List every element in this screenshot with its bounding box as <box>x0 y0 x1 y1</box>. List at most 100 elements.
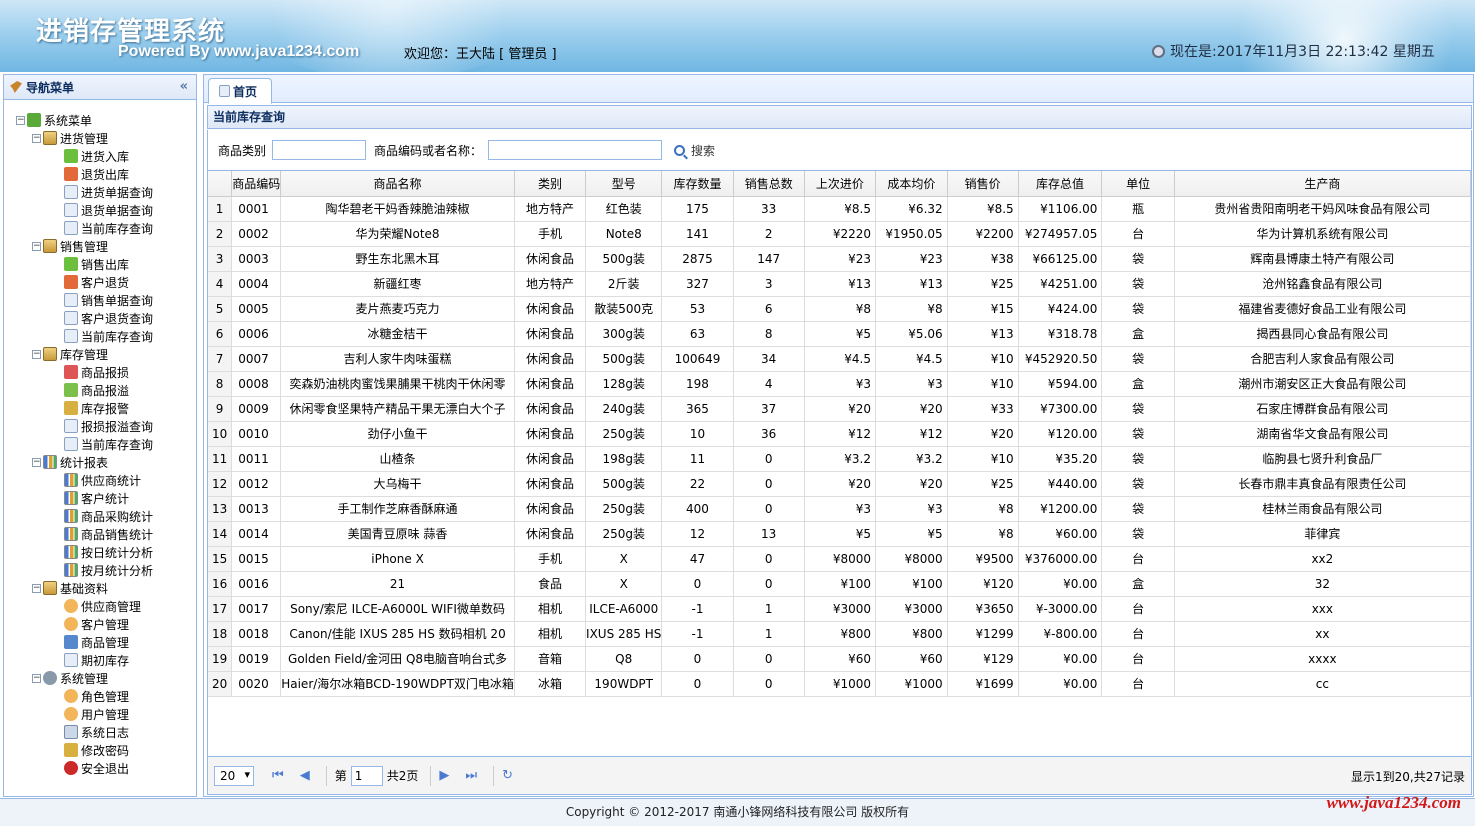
tree-item[interactable]: 供应商管理 <box>16 597 196 615</box>
tree-item[interactable]: 退货单据查询 <box>16 201 196 219</box>
table-row[interactable]: 6 0006 冰糖金桔干 休闲食品 300g装 63 8 ¥5 ¥5.06 ¥13 ¥318.78 盒… <box>208 321 1471 347</box>
table-cell: 0 <box>733 671 805 697</box>
tree-item[interactable]: 商品采购统计 <box>16 507 196 525</box>
table-row[interactable]: 1 0001 陶华碧老干妈香辣脆油辣椒 地方特产 红色装 175 33 ¥8.5 ¥6.32 ¥8… <box>208 196 1471 222</box>
table-cell: 21 <box>280 571 515 597</box>
tree-item[interactable]: 客户统计 <box>16 489 196 507</box>
first-page-icon[interactable]: ⏮ <box>272 768 284 783</box>
prev-page-icon[interactable]: ◀ <box>300 768 310 783</box>
table-cell: 175 <box>661 196 734 222</box>
table-row[interactable]: 7 0007 吉利人家牛肉味蛋糕 休闲食品 500g装 100649 34 ¥4.5 ¥4.5 ¥… <box>208 346 1471 372</box>
table-cell: 长春市鼎丰真食品有限责任公司 <box>1174 471 1471 497</box>
tree-item[interactable]: 系统日志 <box>16 723 196 741</box>
tree-item[interactable]: 商品销售统计 <box>16 525 196 543</box>
toggle-icon[interactable]: − <box>32 241 41 251</box>
table-cell: 0018 <box>231 621 282 647</box>
tree-group[interactable]: − 基础资料 <box>16 579 196 597</box>
toggle-icon[interactable]: − <box>16 115 25 125</box>
table-row[interactable]: 8 0008 奕森奶油桃肉蜜饯果脯果干桃肉干休闲零 休闲食品 128g装 198 4 ¥3 ¥3… <box>208 371 1471 397</box>
column-header[interactable]: 单位 <box>1101 171 1175 197</box>
table-row[interactable]: 20 0020 Haier/海尔冰箱BCD-190WDPT双门电冰箱 冰箱 190WDP… <box>208 671 1471 697</box>
table-cell: 休闲食品 <box>514 446 587 472</box>
search-button[interactable]: 搜索 <box>674 142 715 159</box>
tree-group[interactable]: − 统计报表 <box>16 453 196 471</box>
tree-item[interactable]: 销售单据查询 <box>16 291 196 309</box>
tree-item[interactable]: 商品管理 <box>16 633 196 651</box>
tree-item[interactable]: 修改密码 <box>16 741 196 759</box>
table-row[interactable]: 10 0010 劲仔小鱼干 休闲食品 250g装 10 36 ¥12 ¥12 ¥20 ¥120.00… <box>208 421 1471 447</box>
tree-root[interactable]: − 系统菜单 <box>16 111 196 129</box>
tree-item[interactable]: 期初库存 <box>16 651 196 669</box>
toggle-icon[interactable]: − <box>32 673 41 683</box>
tree-item[interactable]: 销售出库 <box>16 255 196 273</box>
table-row[interactable]: 18 0018 Canon/佳能 IXUS 285 HS 数码相机 20 相机 IXUS… <box>208 621 1471 647</box>
column-header[interactable]: 型号 <box>585 171 663 197</box>
page-size-select[interactable]: 20 <box>214 765 254 786</box>
tree-group[interactable]: − 库存管理 <box>16 345 196 363</box>
tree-item[interactable]: 当前库存查询 <box>16 327 196 345</box>
tree-group[interactable]: − 销售管理 <box>16 237 196 255</box>
tree-item[interactable]: 商品报损 <box>16 363 196 381</box>
collapse-icon[interactable]: « <box>180 79 188 94</box>
tree-group[interactable]: − 进货管理 <box>16 129 196 147</box>
column-header[interactable]: 销售总数 <box>733 171 805 197</box>
column-header[interactable]: 类别 <box>514 171 587 197</box>
tree-group[interactable]: − 系统管理 <box>16 669 196 687</box>
table-row[interactable]: 12 0012 大乌梅干 休闲食品 500g装 22 0 ¥20 ¥20 ¥25 ¥440.00 袋长… <box>208 471 1471 497</box>
tree-item[interactable]: 退货出库 <box>16 165 196 183</box>
table-row[interactable]: 3 0003 野生东北黑木耳 休闲食品 500g装 2875 147 ¥23 ¥23 ¥38 ¥66… <box>208 246 1471 272</box>
table-row[interactable]: 13 0013 手工制作芝麻香酥麻通 休闲食品 250g装 400 0 ¥3 ¥3 ¥8 ¥1200… <box>208 496 1471 522</box>
table-cell: 袋 <box>1101 346 1175 372</box>
table-cell: 250g装 <box>585 496 663 522</box>
category-input[interactable] <box>272 140 367 160</box>
toggle-icon[interactable]: − <box>32 349 41 359</box>
tree-item[interactable]: 进货单据查询 <box>16 183 196 201</box>
tree-item[interactable]: 用户管理 <box>16 705 196 723</box>
table-row[interactable]: 15 0015 iPhone X 手机 X 47 0 ¥8000 ¥8000 ¥9500 ¥3760… <box>208 546 1471 572</box>
tree-item[interactable]: 商品报溢 <box>16 381 196 399</box>
last-page-icon[interactable]: ⏭ <box>465 768 477 783</box>
tree-item[interactable]: 供应商统计 <box>16 471 196 489</box>
name-input[interactable] <box>488 140 663 160</box>
tree-item[interactable]: 库存报警 <box>16 399 196 417</box>
next-page-icon[interactable]: ▶ <box>439 768 449 783</box>
refresh-icon[interactable]: ↻ <box>502 768 513 783</box>
tree-item[interactable]: 按月统计分析 <box>16 561 196 579</box>
tree-item-label: 客户统计 <box>81 491 130 506</box>
column-header[interactable]: 商品名称 <box>280 171 515 197</box>
column-header[interactable]: 生产商 <box>1174 171 1471 197</box>
column-header[interactable]: 成本均价 <box>875 171 948 197</box>
tree-item[interactable]: 客户退货查询 <box>16 309 196 327</box>
tree-item[interactable]: 安全退出 <box>16 759 196 777</box>
table-row[interactable]: 4 0004 新疆红枣 地方特产 2斤装 327 3 ¥13 ¥13 ¥25 ¥4251.00 袋沧州… <box>208 271 1471 297</box>
table-row[interactable]: 19 0019 Golden Field/金河田 Q8电脑音响台式多 音箱 Q8 0 0 ¥6… <box>208 646 1471 672</box>
table-row[interactable]: 2 0002 华为荣耀Note8 手机 Note8 141 2 ¥2220 ¥1950.05 ¥2… <box>208 221 1471 247</box>
tree-item[interactable]: 客户管理 <box>16 615 196 633</box>
tree-item[interactable]: 报损报溢查询 <box>16 417 196 435</box>
tree-item[interactable]: 客户退货 <box>16 273 196 291</box>
table-row[interactable]: 5 0005 麦片燕麦巧克力 休闲食品 散装500克 53 6 ¥8 ¥8 ¥15 ¥424.00 袋… <box>208 296 1471 322</box>
column-header[interactable]: 库存总值 <box>1018 171 1103 197</box>
table-row[interactable]: 16 0016 21 食品 X 0 0 ¥100 ¥100 ¥120 ¥0.00 盒 32 <box>208 571 1471 597</box>
toggle-icon[interactable]: − <box>32 133 41 143</box>
tree-item[interactable]: 当前库存查询 <box>16 435 196 453</box>
tree-item[interactable]: 当前库存查询 <box>16 219 196 237</box>
tree-item[interactable]: 进货入库 <box>16 147 196 165</box>
page-number-input[interactable]: 1 <box>350 765 383 786</box>
table-cell: 华为计算机系统有限公司 <box>1174 221 1471 247</box>
column-header[interactable]: 上次进价 <box>804 171 877 197</box>
tree-item[interactable]: 按日统计分析 <box>16 543 196 561</box>
table-row[interactable]: 17 0017 Sony/索尼 ILCE-A6000L WIFI微单数码 相机 ILCE… <box>208 596 1471 622</box>
tree-item[interactable]: 角色管理 <box>16 687 196 705</box>
tab-home[interactable]: 首页 <box>208 78 272 104</box>
table-row[interactable]: 14 0014 美国青豆原味 蒜香 休闲食品 250g装 12 13 ¥5 ¥5 ¥8 ¥60.00… <box>208 521 1471 547</box>
column-header[interactable]: 销售价 <box>947 171 1019 197</box>
table-row[interactable]: 9 0009 休闲零食坚果特产精品干果无漂白大个子 休闲食品 240g装 365 37 ¥20… <box>208 396 1471 422</box>
column-header[interactable]: 库存数量 <box>661 171 734 197</box>
column-header[interactable]: 商品编码 <box>231 171 282 197</box>
menu-item-icon <box>64 257 78 271</box>
toggle-icon[interactable]: − <box>32 457 41 467</box>
table-row[interactable]: 11 0011 山楂条 休闲食品 198g装 11 0 ¥3.2 ¥3.2 ¥10 ¥35.20 袋临… <box>208 446 1471 472</box>
tree-item-label: 退货出库 <box>81 167 130 182</box>
toggle-icon[interactable]: − <box>32 583 41 593</box>
